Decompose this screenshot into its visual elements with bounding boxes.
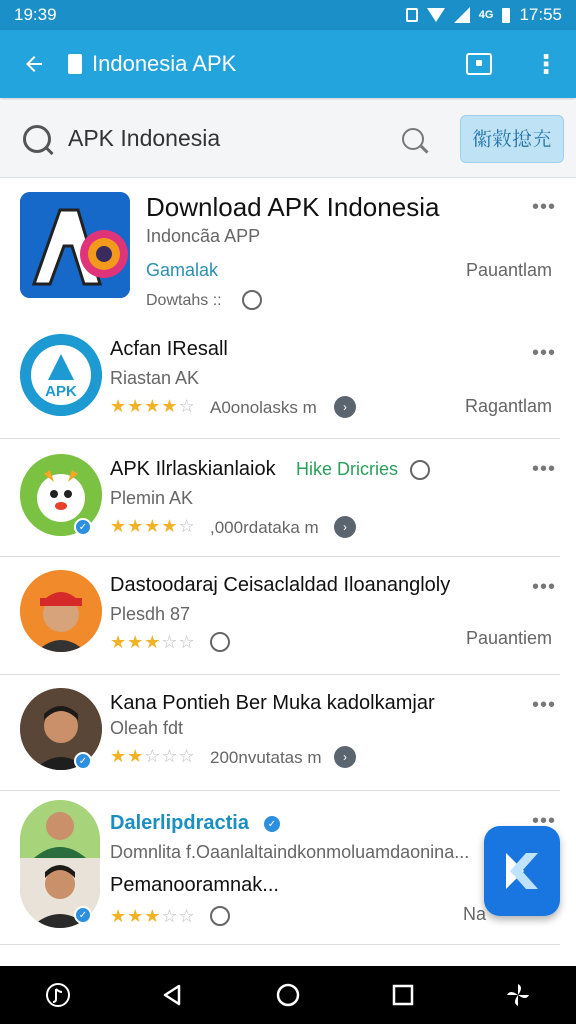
rating-stars: ★★★★☆: [110, 516, 196, 536]
item-category: Gamalak: [146, 260, 219, 280]
item-title: Dalerlipdractia: [110, 812, 249, 834]
search-input[interactable]: APK Indonesia: [68, 125, 402, 152]
home-circle-icon[interactable]: [268, 975, 308, 1015]
item-title: Download APK Indonesia: [146, 192, 440, 222]
item-title: Acfan IResall: [110, 338, 228, 360]
item-downloads: Dowtahs ::: [146, 292, 222, 309]
status-time-right: 17:55: [519, 5, 562, 24]
divider: [0, 944, 560, 945]
info-icon: ›: [334, 746, 356, 768]
divider: [0, 556, 560, 557]
file-icon: [68, 54, 82, 74]
pinwheel-icon[interactable]: [498, 975, 538, 1015]
info-icon: [410, 460, 430, 480]
divider: [0, 790, 560, 791]
back-button[interactable]: [0, 30, 68, 98]
item-subtitle: Riastan AK: [110, 368, 200, 388]
signal-icon: [453, 7, 470, 23]
more-options-button[interactable]: •••: [532, 196, 556, 219]
search-lead-icon: [18, 120, 56, 158]
rating-stars: ★★★☆☆: [110, 632, 196, 652]
app-title: Indonesia APK: [92, 51, 237, 76]
fab-button[interactable]: [484, 826, 560, 916]
divider: [0, 438, 560, 439]
app-bar: Indonesia APK ⋮: [0, 30, 576, 98]
item-subtitle: Plemin AK: [110, 488, 194, 508]
item-title: APK Ilrlaskianlaiok: [110, 458, 276, 480]
divider: [0, 674, 560, 675]
more-options-button[interactable]: •••: [532, 576, 556, 599]
network-type-label: 4G: [478, 9, 494, 21]
list-item[interactable]: APK Acfan IResall Riastan AK ★★★★☆ A0ono…: [0, 326, 576, 438]
arrow-left-icon: [26, 56, 42, 72]
navigation-bar: [0, 966, 576, 1024]
list-item[interactable]: ✓ Kana Pontieh Ber Muka kadolkamjar Olea…: [0, 678, 576, 788]
item-count: A0onolasks m: [210, 398, 317, 417]
svg-text:APK: APK: [45, 383, 77, 400]
item-right-label: Pauantiem: [465, 628, 552, 648]
tiktok-icon[interactable]: [38, 975, 78, 1015]
info-icon: [210, 906, 230, 926]
item-count: 200nvutatas m: [210, 748, 322, 767]
item-right-label: Pauantlam: [465, 260, 552, 280]
info-icon: ›: [334, 396, 356, 418]
list-item[interactable]: ✓ APK Ilrlaskianlaiok Hike Dricries Plem…: [0, 442, 576, 556]
more-options-button[interactable]: •••: [532, 694, 556, 717]
item-title: Dastoodaraj Ceisaclaldad Iloanangloly: [110, 574, 451, 596]
overflow-menu-button[interactable]: ⋮: [528, 51, 564, 77]
info-icon: [210, 632, 230, 652]
battery-icon: [502, 7, 511, 23]
app-title-wrap: Indonesia APK: [68, 51, 466, 77]
man-red-cap-avatar: [20, 570, 102, 652]
more-options-button[interactable]: •••: [532, 342, 556, 365]
search-icon[interactable]: [402, 127, 424, 150]
rating-stars: ★★★☆☆: [110, 906, 196, 926]
apk-circle-logo-icon: APK: [20, 334, 102, 416]
status-icons: 4G 17:55: [405, 5, 562, 25]
cast-button[interactable]: [466, 53, 492, 75]
item-subtitle: Pemanooramnak...: [110, 874, 279, 896]
rating-stars: ★★☆☆☆: [110, 746, 196, 766]
item-subtitle: Oleah fdt: [110, 718, 184, 738]
wifi-icon: [426, 8, 445, 22]
item-right-label: Na: [462, 904, 486, 924]
verified-badge-icon: ✓: [74, 906, 92, 924]
info-icon: ›: [334, 516, 356, 538]
info-icon: [242, 290, 262, 310]
item-tag: Hike Dricries: [296, 459, 399, 479]
item-count: ,000rdataka m: [210, 518, 319, 537]
item-subtitle: Plesdh 87: [110, 604, 191, 624]
rating-stars: ★★★★☆: [110, 396, 196, 416]
status-bar: 19:39 4G 17:55: [0, 0, 576, 30]
back-triangle-icon[interactable]: [153, 975, 193, 1015]
verified-badge-icon: ✓: [262, 814, 282, 834]
kodi-logo-icon: [506, 853, 538, 889]
notification-icon: [405, 8, 418, 22]
verified-badge-icon: ✓: [74, 518, 92, 536]
search-submit-button[interactable]: 𧗼敹搃充: [460, 114, 564, 163]
verified-badge-icon: ✓: [74, 752, 92, 770]
status-time-left: 19:39: [14, 5, 57, 24]
list-item[interactable]: Dastoodaraj Ceisaclaldad Iloanangloly Pl…: [0, 560, 576, 672]
list-item[interactable]: Download APK Indonesia Indoncãa APP Gama…: [0, 180, 576, 320]
recents-square-icon[interactable]: [383, 975, 423, 1015]
search-bar: APK Indonesia 𧗼敹搃充: [0, 100, 576, 178]
apk-a-logo-icon: [20, 192, 130, 298]
more-options-button[interactable]: •••: [532, 458, 556, 481]
item-description: Domnlita f.Oaanlaltaindkonmoluamdaonina.…: [110, 842, 470, 862]
item-right-label: Ragantlam: [464, 396, 552, 416]
item-title: Kana Pontieh Ber Muka kadolkamjar: [110, 692, 435, 714]
item-subtitle: Indoncãa APP: [146, 226, 261, 246]
